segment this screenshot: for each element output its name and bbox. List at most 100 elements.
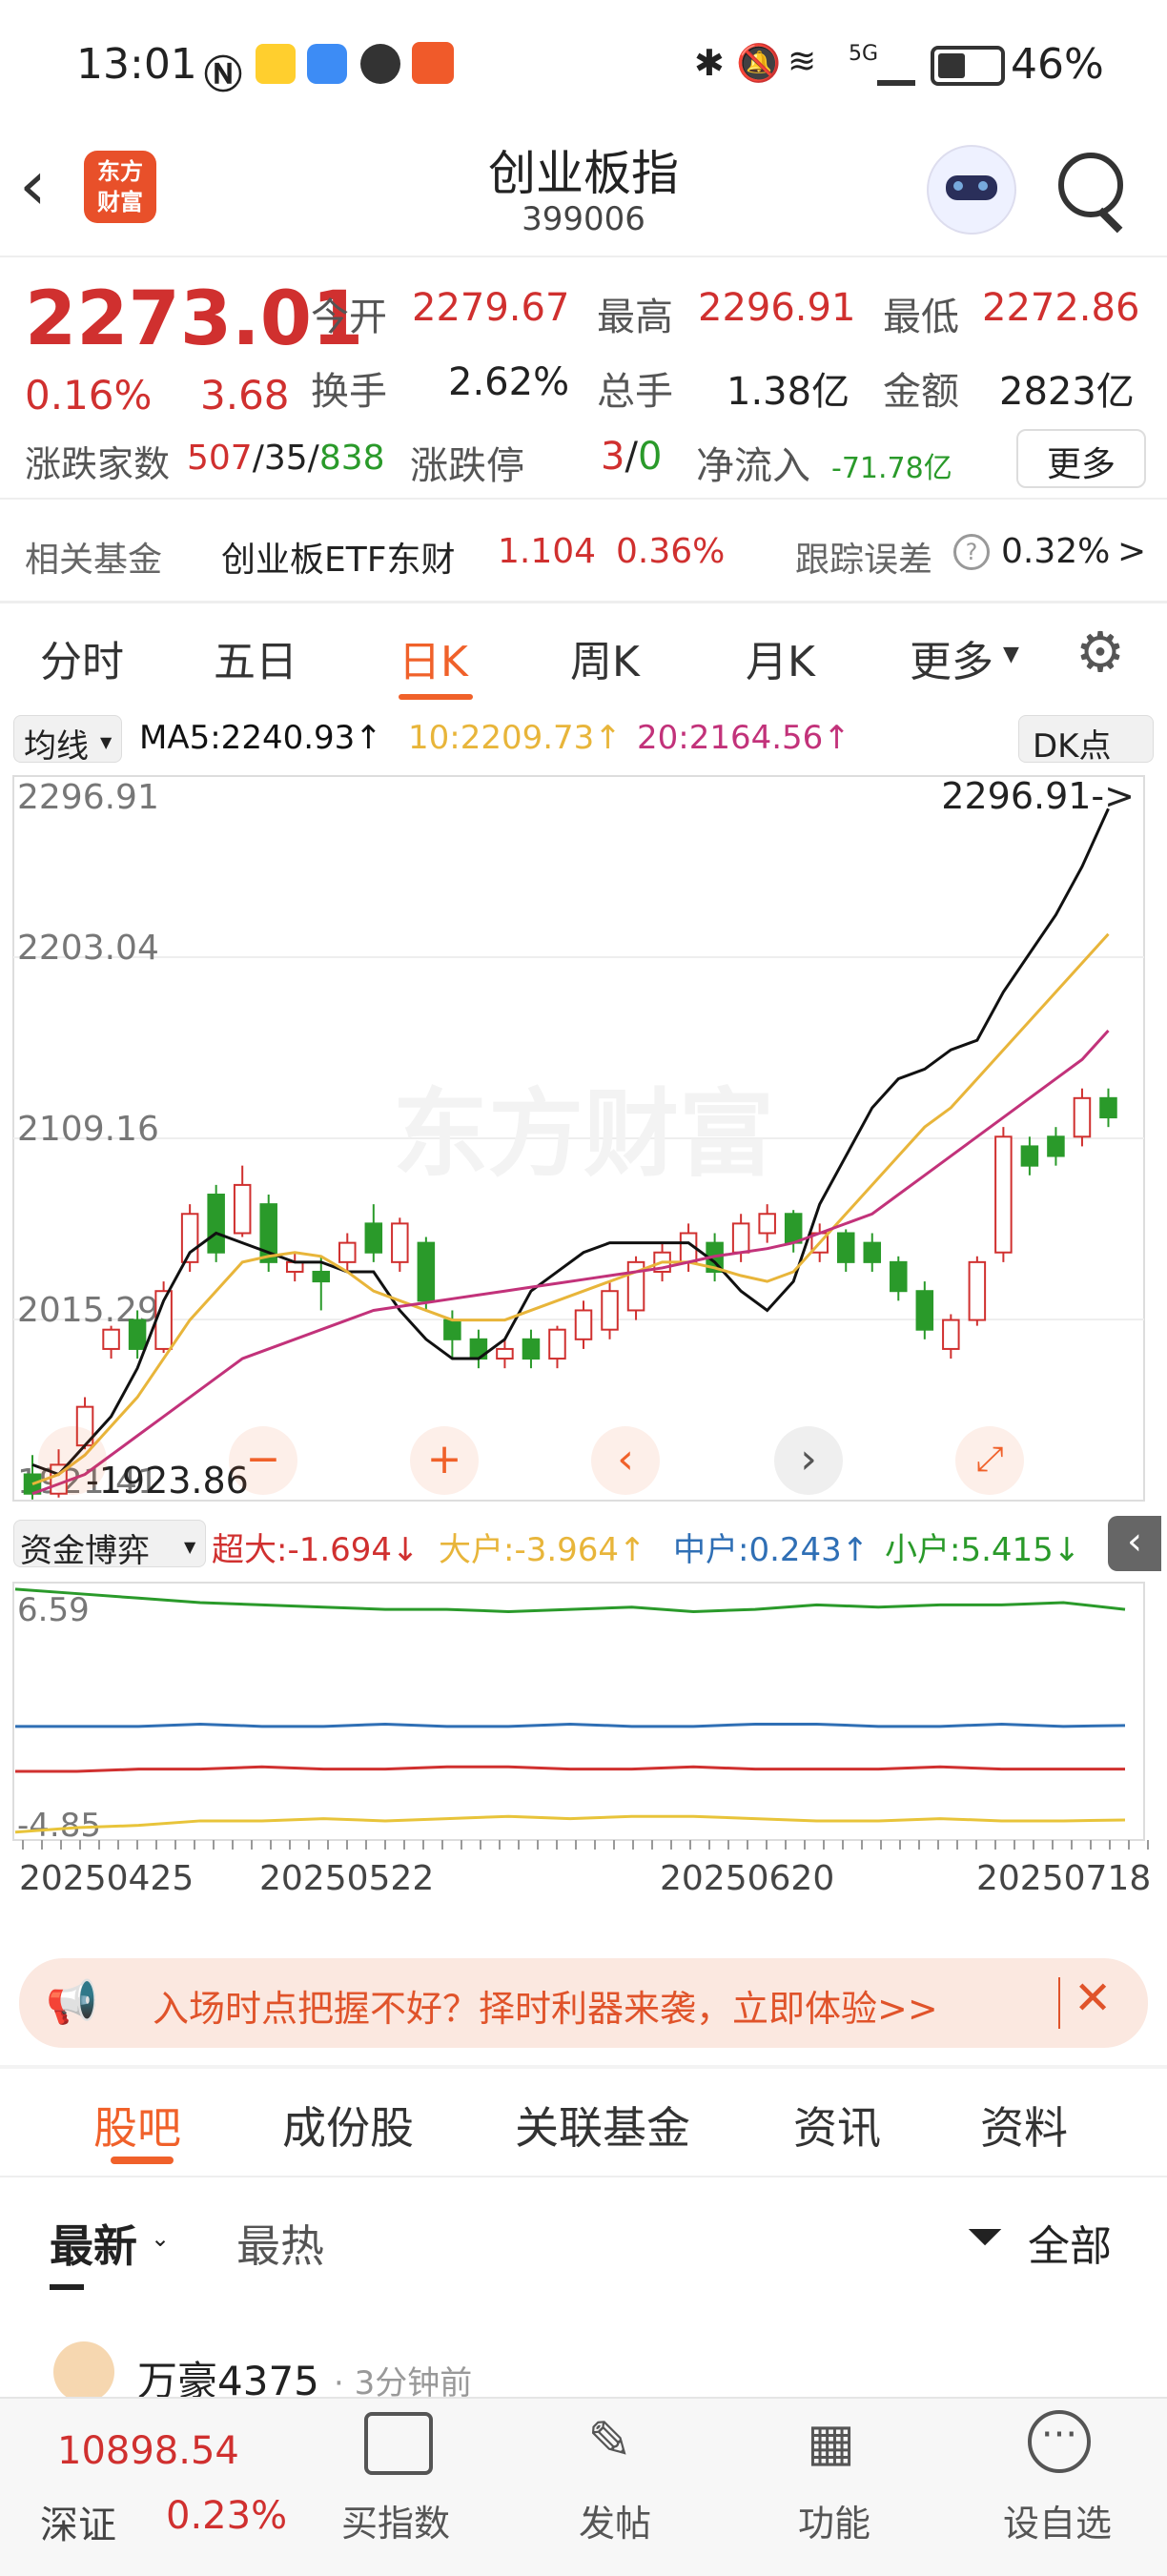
x-tick-label: 20250522 [259, 1859, 434, 1898]
chart-controls: − + ‹ › ⤢ [0, 1424, 1167, 1501]
gear-icon[interactable]: ⚙ [1075, 620, 1125, 685]
sort-newest[interactable]: 最新 [50, 2212, 137, 2275]
battery-icon [931, 46, 1005, 86]
open-label: 今开 [311, 296, 387, 339]
avatar[interactable] [53, 2341, 114, 2402]
tab-related-funds[interactable]: 关联基金 [515, 2094, 690, 2157]
netflow-value: -71.78亿 [831, 452, 952, 485]
nfc-icon: Ⓝ [204, 53, 242, 97]
fund-name[interactable]: 创业板ETF东财 [221, 532, 455, 582]
scroll-right-icon[interactable]: › [774, 1426, 843, 1495]
sz-index-value[interactable]: 10898.54 [57, 2429, 239, 2473]
fund-label: 相关基金 [25, 541, 163, 580]
zoom-out-icon[interactable]: − [229, 1426, 297, 1495]
search-icon[interactable] [1058, 153, 1123, 217]
collapse-arrow-icon[interactable]: ‹ [1108, 1516, 1161, 1571]
dk-point-button[interactable]: DK点 [1018, 715, 1154, 766]
tab-intraday[interactable]: 分时 [40, 627, 124, 688]
more-button[interactable]: 更多 [1016, 429, 1146, 488]
meituan-icon [256, 44, 296, 84]
tab-daily-k[interactable]: 日K [399, 627, 468, 688]
candle-body [417, 1241, 436, 1302]
flow-line-3 [14, 1587, 1126, 1613]
message-icon [307, 44, 347, 84]
capital-flow-chart[interactable]: 6.59 -4.85 20250425 20250522 20250620 2025071… [0, 1575, 1167, 1928]
fullscreen-icon[interactable]: ⤢ [955, 1426, 1024, 1495]
promo-banner[interactable]: 📢 入场时点把握不好？择时利器来袭，立即体验>> ✕ [19, 1958, 1148, 2048]
sz-index-name: 深证 [40, 2504, 116, 2547]
candle-body [890, 1260, 908, 1293]
tab-constituents[interactable]: 成份股 [282, 2094, 414, 2157]
candle-body [338, 1241, 357, 1263]
candle-body [522, 1338, 541, 1360]
chart-up-icon [364, 2412, 433, 2475]
chevron-right-icon[interactable]: > [1117, 532, 1146, 571]
low-value: 2272.86 [982, 286, 1140, 330]
limit-label: 涨跌停 [410, 444, 524, 488]
robot-assistant-icon[interactable] [927, 145, 1016, 235]
candle-body [942, 1319, 960, 1350]
tab-guba[interactable]: 股吧 [93, 2094, 181, 2157]
x-tick-label: 20250425 [19, 1859, 194, 1898]
y-tick-label: -4.85 [17, 1807, 101, 1845]
close-icon[interactable]: ✕ [1074, 1972, 1112, 2025]
y-tick-label: 2296.91 [17, 778, 159, 817]
header: ‹ 东方 财富 创业板指 399006 [0, 133, 1167, 256]
help-icon[interactable]: ? [953, 534, 990, 570]
active-tab-indicator [111, 2157, 174, 2164]
candle-body [496, 1347, 514, 1360]
megaphone-icon: 📢 [46, 1978, 98, 2027]
add-watchlist-button[interactable]: ··· 设自选 [986, 2399, 1129, 2576]
ma20-value: 20:2164.56↑ [637, 719, 850, 757]
tab-monthly-k[interactable]: 月K [746, 627, 815, 688]
flow-line-1 [14, 1814, 1126, 1834]
candle-body [128, 1319, 147, 1350]
volume-value: 1.38亿 [727, 370, 850, 414]
tab-five-day[interactable]: 五日 [214, 627, 297, 688]
candle-body [915, 1290, 934, 1331]
tab-news[interactable]: 资讯 [793, 2094, 881, 2157]
candlestick-chart[interactable]: 2296.912203.042109.162015.291921.41东方财富2… [0, 767, 1167, 1510]
candle-body [443, 1319, 461, 1340]
status-time: 13:01 [76, 40, 197, 89]
netflow-label: 净流入 [696, 444, 810, 488]
caret-down-icon: ▼ [100, 733, 113, 751]
advdec-values: 507/35/838 [187, 439, 385, 478]
high-label: 最高 [597, 296, 673, 339]
candle-body [784, 1213, 803, 1244]
edit-icon: ✎ [587, 2410, 632, 2472]
flow-selector[interactable]: 资金博弈 ▼ [13, 1520, 206, 1570]
status-bar: 13:01 Ⓝ ✱ 🔕 ≋ 5G 46% [0, 0, 1167, 133]
scroll-left-icon[interactable]: ‹ [591, 1426, 660, 1495]
candle-body [312, 1270, 331, 1283]
promo-text: 入场时点把握不好？择时利器来袭，立即体验>> [153, 1988, 938, 2030]
volume-label: 总手 [597, 370, 673, 414]
filter-all[interactable]: 全部 [1028, 2212, 1112, 2273]
ma-selector[interactable]: 均线 ▼ [13, 715, 122, 766]
buy-index-button[interactable]: 买指数 [324, 2399, 467, 2576]
chevron-down-icon: ⌄ [151, 2225, 171, 2252]
high-value: 2296.91 [698, 286, 856, 330]
active-tab-indicator [399, 694, 473, 700]
candle-body [863, 1241, 882, 1263]
limit-values: 3/0 [601, 435, 663, 479]
zoom-in-icon[interactable]: + [410, 1426, 479, 1495]
cursor-icon[interactable] [38, 1426, 107, 1495]
function-button[interactable]: ▦ 功能 [763, 2399, 906, 2576]
post-button[interactable]: ✎ 发帖 [543, 2399, 686, 2576]
filter-icon[interactable]: ⏷ [967, 2210, 1003, 2264]
sort-hot[interactable]: 最热 [236, 2212, 324, 2275]
feed: 最新 ⌄ 最热 ⏷ 全部 万豪4375 · 3分钟前 [0, 2177, 1167, 2404]
candle-body [601, 1290, 619, 1331]
candle-body [548, 1328, 566, 1360]
track-error-label: 跟踪误差 [795, 541, 933, 580]
tab-weekly-k[interactable]: 周K [570, 627, 640, 688]
candle-body [233, 1183, 252, 1235]
tab-more[interactable]: 更多 [910, 627, 993, 688]
tab-profile[interactable]: 资料 [980, 2094, 1068, 2157]
fund-price: 1.104 [498, 532, 597, 571]
related-fund-row[interactable]: 相关基金 创业板ETF东财 1.104 0.36% 跟踪误差 ? 0.32% > [0, 505, 1167, 601]
candle-body [1020, 1145, 1039, 1167]
turnover-value: 2.62% [448, 360, 570, 404]
quote-panel: 2273.01 0.16% 3.68 今开 2279.67 最高 2296.91… [0, 257, 1167, 496]
